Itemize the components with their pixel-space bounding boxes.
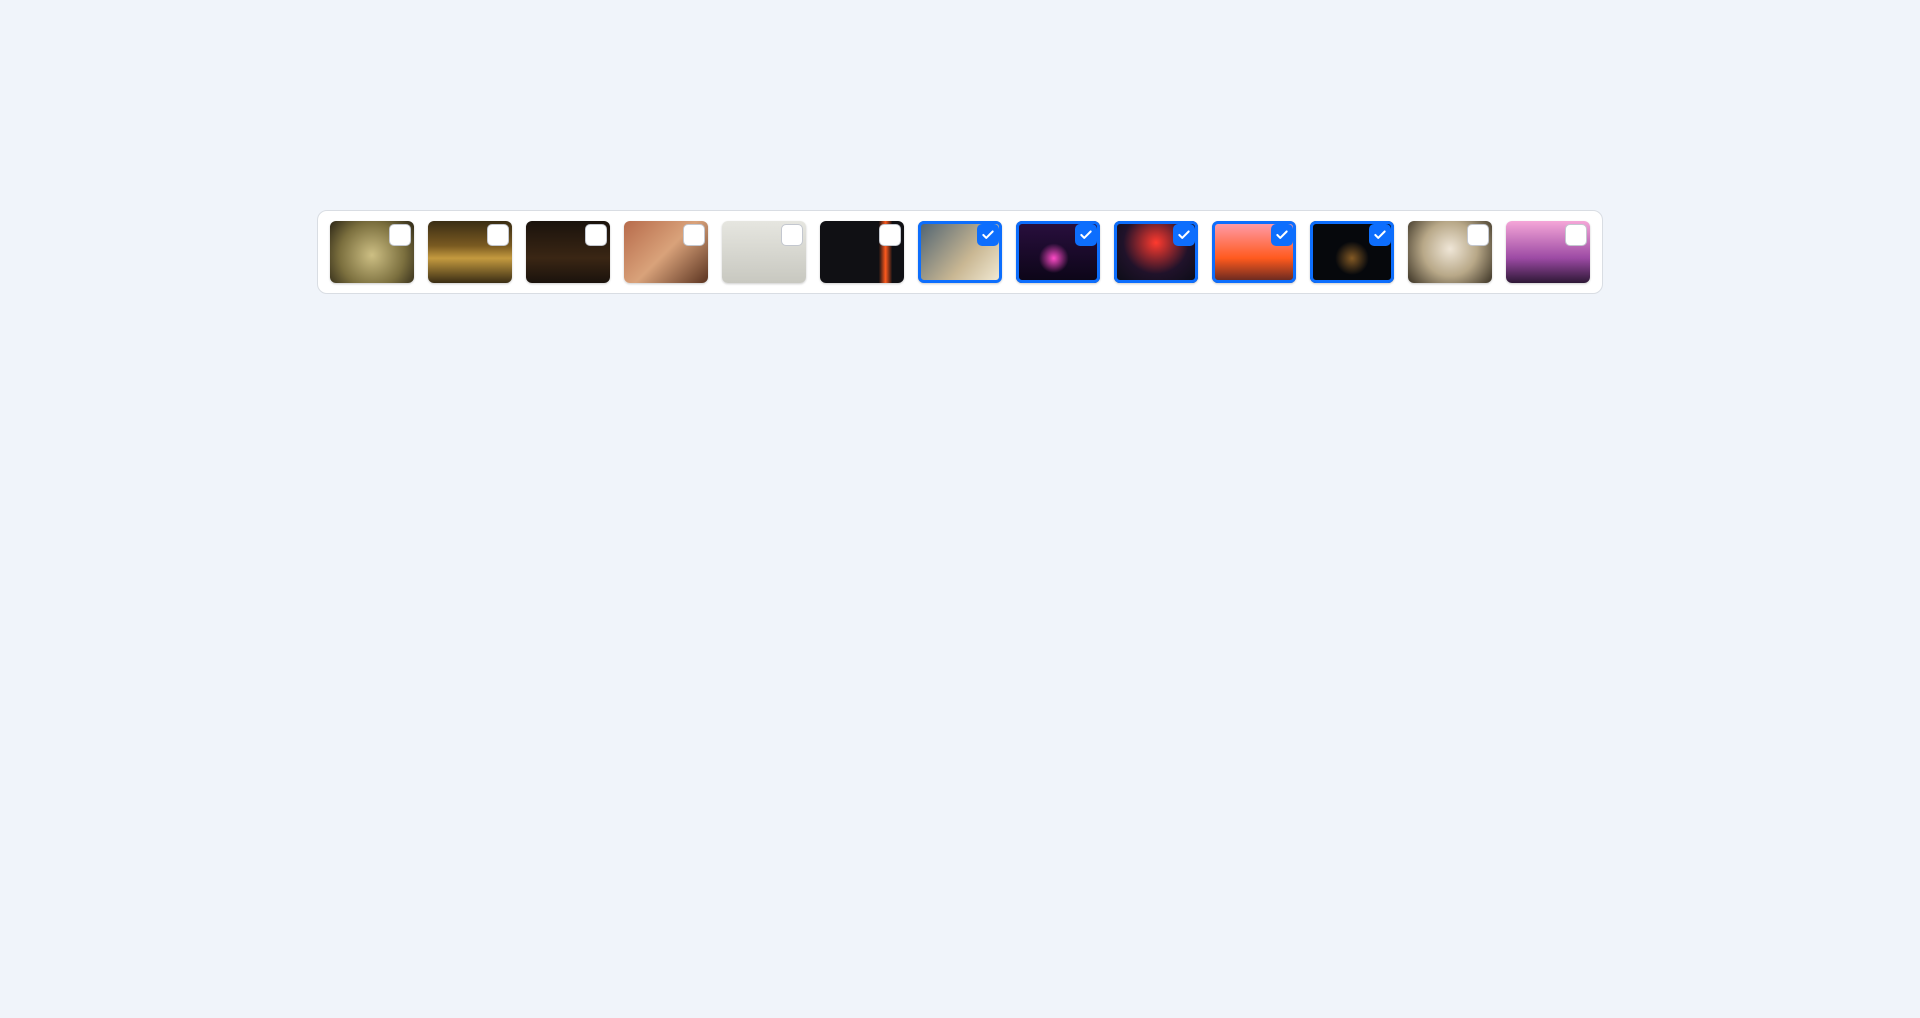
thumb-select-checkbox[interactable]	[781, 224, 803, 246]
thumb-mountain[interactable]	[918, 221, 1002, 283]
thumb-sunset-lake[interactable]	[1114, 221, 1198, 283]
thumb-select-checkbox[interactable]	[1369, 224, 1391, 246]
thumb-neon[interactable]	[1016, 221, 1100, 283]
thumb-pink-sky[interactable]	[1506, 221, 1590, 283]
filmstrip[interactable]	[317, 210, 1603, 294]
thumb-city-night[interactable]	[1310, 221, 1394, 283]
thumb-coffee[interactable]	[1408, 221, 1492, 283]
thumb-food-bowl[interactable]	[330, 221, 414, 283]
thumb-select-checkbox[interactable]	[683, 224, 705, 246]
thumb-map[interactable]	[722, 221, 806, 283]
thumb-road-night[interactable]	[820, 221, 904, 283]
thumb-select-checkbox[interactable]	[389, 224, 411, 246]
thumb-select-checkbox[interactable]	[1565, 224, 1587, 246]
thumb-select-checkbox[interactable]	[1467, 224, 1489, 246]
thumb-select-checkbox[interactable]	[585, 224, 607, 246]
thumb-select-checkbox[interactable]	[977, 224, 999, 246]
thumb-select-checkbox[interactable]	[879, 224, 901, 246]
check-icon	[1275, 228, 1289, 242]
thumb-select-checkbox[interactable]	[487, 224, 509, 246]
thumb-food-plate[interactable]	[428, 221, 512, 283]
gallery-grid	[0, 0, 1920, 126]
thumb-select-checkbox[interactable]	[1271, 224, 1293, 246]
check-icon	[981, 228, 995, 242]
thumb-drink[interactable]	[526, 221, 610, 283]
thumb-select-checkbox[interactable]	[1173, 224, 1195, 246]
check-icon	[1079, 228, 1093, 242]
thumb-city-sunset[interactable]	[1212, 221, 1296, 283]
check-icon	[1177, 228, 1191, 242]
thumb-select-checkbox[interactable]	[1075, 224, 1097, 246]
check-icon	[1373, 228, 1387, 242]
thumb-phone[interactable]	[624, 221, 708, 283]
